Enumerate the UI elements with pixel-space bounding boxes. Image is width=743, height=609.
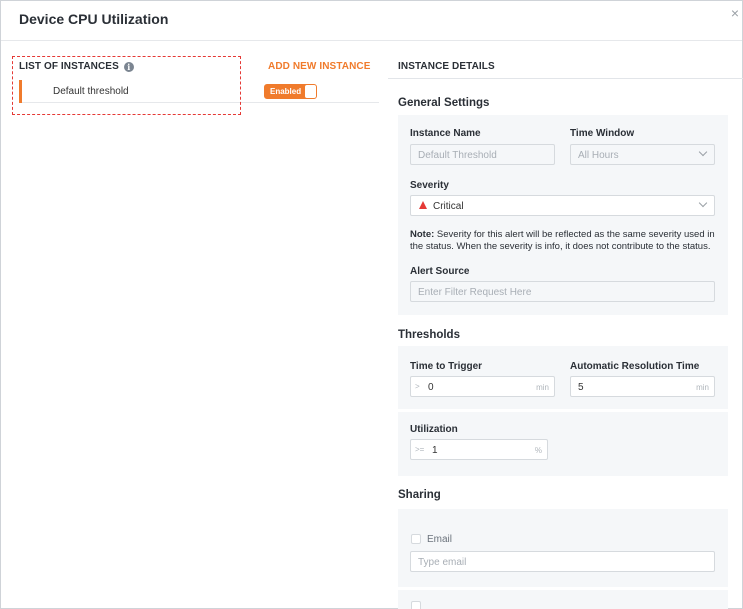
general-settings-title: General Settings [398,97,490,109]
alert-source-input[interactable]: Enter Filter Request Here [410,281,715,302]
note-label: Note: [410,229,435,240]
resolution-time-label: Automatic Resolution Time [570,361,700,372]
toggle-knob [305,85,316,98]
trigger-prefix: > [415,382,420,391]
dialog: Device CPU Utilization × LIST OF INSTANC… [0,0,743,609]
next-checkbox[interactable] [411,601,421,609]
alert-source-placeholder: Enter Filter Request Here [418,287,532,298]
close-icon[interactable]: × [728,5,742,21]
email-label: Email [427,534,453,545]
instance-details-heading: INSTANCE DETAILS [398,61,495,72]
warning-triangle-icon [419,201,427,209]
chevron-down-icon [698,198,708,208]
resolution-unit: min [696,383,709,392]
sharing-panel-next [398,590,728,609]
time-to-trigger-label: Time to Trigger [410,361,483,372]
sharing-title: Sharing [398,489,441,501]
utilization-label: Utilization [410,424,458,435]
utilization-prefix: >= [415,445,425,454]
time-window-label: Time Window [570,128,635,139]
time-window-select[interactable]: All Hours [570,144,715,165]
email-placeholder: Type email [418,557,467,568]
dialog-title: Device CPU Utilization [19,11,169,27]
utilization-unit: % [534,446,542,455]
instance-name-value: Default Threshold [418,150,497,161]
trigger-unit: min [536,383,549,392]
severity-select[interactable]: Critical [410,195,715,216]
time-window-value: All Hours [578,150,619,161]
thresholds-title: Thresholds [398,329,460,341]
instance-name-input[interactable]: Default Threshold [410,144,555,165]
toggle-label: Enabled [270,87,302,96]
note-text: Severity for this alert will be reflecte… [410,229,715,252]
add-new-instance-link[interactable]: ADD NEW INSTANCE [268,61,371,72]
trigger-value: 0 [428,382,434,393]
dialog-header: Device CPU Utilization × [1,1,742,41]
highlight-box [12,56,241,115]
chevron-down-icon [698,147,708,157]
time-to-trigger-input[interactable]: > 0 min [410,376,555,397]
instance-name-label: Instance Name [410,128,481,139]
instance-enabled-toggle[interactable]: Enabled [264,84,317,99]
sharing-panel [398,509,728,587]
severity-value: Critical [433,201,464,212]
severity-note: Note: Severity for this alert will be re… [410,229,720,253]
utilization-value: 1 [432,445,438,456]
severity-label: Severity [410,180,449,191]
alert-source-label: Alert Source [410,266,470,277]
resolution-time-input[interactable]: 5 min [570,376,715,397]
resolution-value: 5 [578,382,584,393]
utilization-input[interactable]: >= 1 % [410,439,548,460]
email-checkbox[interactable] [411,534,421,544]
details-divider [388,78,743,79]
email-input[interactable]: Type email [410,551,715,572]
